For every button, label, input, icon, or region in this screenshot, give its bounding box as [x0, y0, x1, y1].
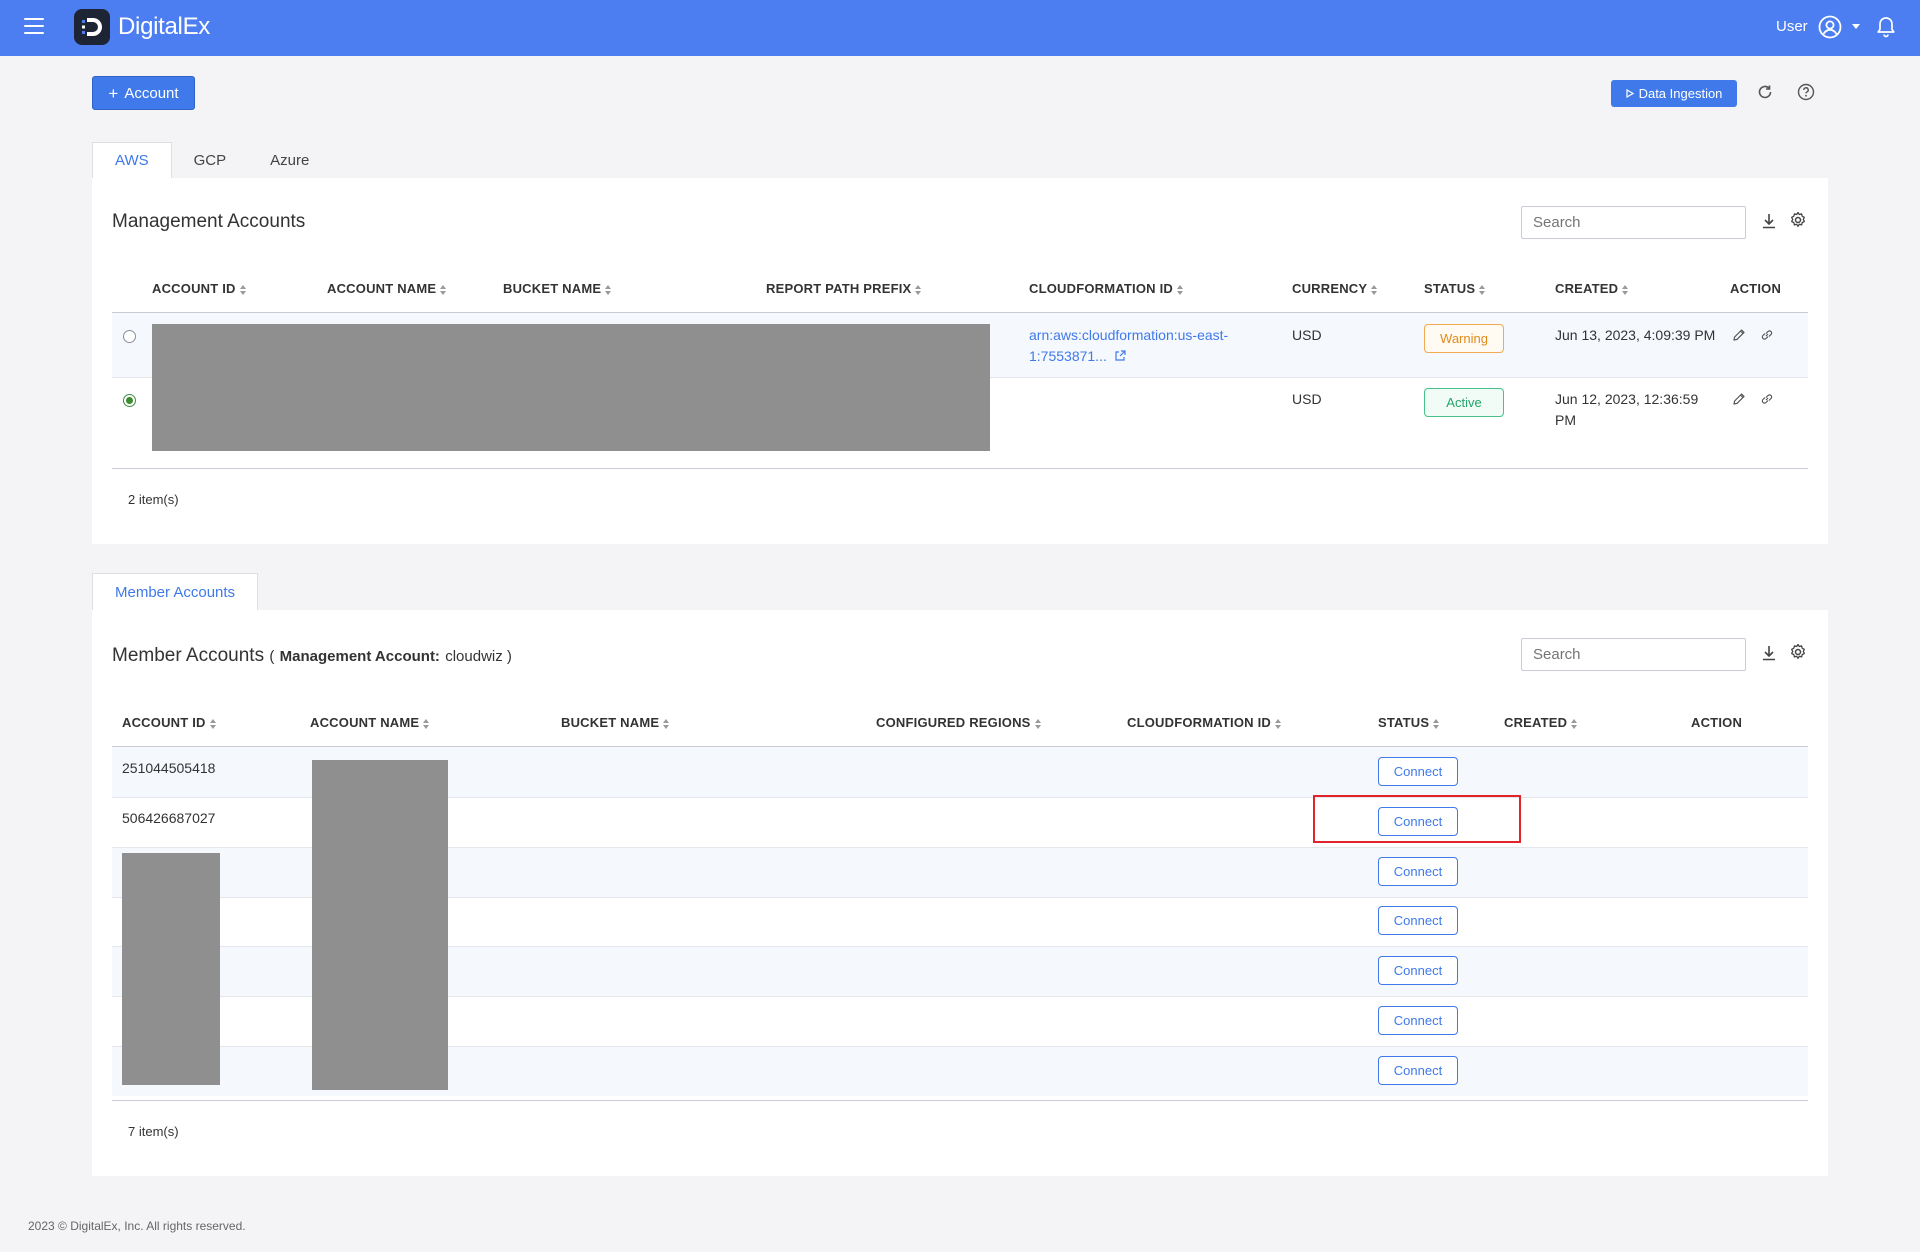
redacted-block — [152, 324, 990, 451]
col-header-status[interactable]: STATUS — [1424, 281, 1486, 296]
add-account-button[interactable]: + Account — [92, 76, 195, 110]
sort-icon[interactable] — [605, 284, 612, 295]
col-header-status[interactable]: STATUS — [1378, 715, 1440, 730]
row-select-radio[interactable] — [123, 394, 136, 407]
help-icon[interactable] — [1797, 83, 1815, 101]
col-header-account-id[interactable]: ACCOUNT ID — [152, 281, 246, 296]
management-account-value: cloudwiz ) — [445, 648, 512, 665]
footer-copyright: 2023 © DigitalEx, Inc. All rights reserv… — [28, 1219, 246, 1233]
user-menu-chevron-icon[interactable] — [1852, 24, 1860, 29]
col-header-report-path-prefix[interactable]: REPORT PATH PREFIX — [766, 281, 922, 296]
sort-icon[interactable] — [1479, 284, 1486, 295]
connect-button[interactable]: Connect — [1378, 757, 1458, 786]
currency-value: USD — [1292, 391, 1322, 407]
connect-button[interactable]: Connect — [1378, 906, 1458, 935]
user-avatar-icon[interactable] — [1818, 15, 1842, 39]
col-header-created[interactable]: CREATED — [1504, 715, 1578, 730]
col-header-account-name[interactable]: ACCOUNT NAME — [310, 715, 430, 730]
connect-button[interactable]: Connect — [1378, 857, 1458, 886]
cloud-provider-tabs: AWS GCP Azure — [92, 142, 331, 179]
cloudformation-id-link[interactable]: arn:aws:cloudformation:us-east- 1:755387… — [1029, 325, 1228, 367]
items-count: 7 item(s) — [128, 1124, 179, 1139]
account-id-value: 251044505418 — [122, 760, 216, 776]
connect-button[interactable]: Connect — [1378, 1056, 1458, 1085]
member-accounts-card: Member Accounts ( Management Account: cl… — [92, 610, 1828, 1176]
member-accounts-tabs: Member Accounts — [92, 573, 259, 611]
col-header-created[interactable]: CREATED — [1555, 281, 1629, 296]
sort-icon[interactable] — [1433, 718, 1440, 729]
tab-member-accounts[interactable]: Member Accounts — [92, 573, 259, 611]
digitalex-logo-icon — [74, 9, 110, 45]
col-header-account-name[interactable]: ACCOUNT NAME — [327, 281, 447, 296]
table-footer-divider — [112, 468, 1808, 469]
tab-gcp[interactable]: GCP — [172, 142, 249, 179]
member-search-input[interactable] — [1521, 638, 1746, 671]
highlight-annotation-box — [1313, 795, 1521, 843]
sort-icon[interactable] — [663, 718, 670, 729]
col-header-cloudformation-id[interactable]: CLOUDFORMATION ID — [1029, 281, 1183, 296]
col-header-bucket-name[interactable]: BUCKET NAME — [561, 715, 670, 730]
col-header-bucket-name[interactable]: BUCKET NAME — [503, 281, 612, 296]
refresh-icon[interactable] — [1756, 83, 1774, 101]
edit-pencil-icon[interactable] — [1732, 328, 1746, 342]
sort-icon[interactable] — [1622, 284, 1629, 295]
user-label[interactable]: User — [1776, 18, 1808, 35]
sort-icon[interactable] — [1371, 284, 1378, 295]
col-header-configured-regions[interactable]: CONFIGURED REGIONS — [876, 715, 1041, 730]
status-badge: Active — [1424, 388, 1504, 417]
link-icon[interactable] — [1760, 328, 1774, 342]
col-header-action: ACTION — [1730, 281, 1782, 296]
col-header-currency[interactable]: CURRENCY — [1292, 281, 1378, 296]
col-header-action: ACTION — [1691, 715, 1743, 730]
hamburger-menu-icon[interactable] — [24, 18, 44, 34]
items-count: 2 item(s) — [128, 492, 179, 507]
download-icon[interactable] — [1760, 212, 1778, 230]
connect-button[interactable]: Connect — [1378, 1006, 1458, 1035]
col-header-cloudformation-id[interactable]: CLOUDFORMATION ID — [1127, 715, 1281, 730]
play-icon — [1625, 89, 1634, 98]
plus-icon: + — [108, 83, 119, 103]
link-icon[interactable] — [1760, 392, 1774, 406]
sort-icon[interactable] — [209, 718, 216, 729]
management-accounts-card: Management Accounts ACCOUNT ID ACCOUNT N… — [92, 178, 1828, 544]
data-ingestion-button[interactable]: Data Ingestion — [1611, 80, 1737, 107]
tab-azure[interactable]: Azure — [248, 142, 331, 179]
account-id-value: 506426687027 — [122, 810, 216, 826]
data-ingestion-label: Data Ingestion — [1638, 86, 1723, 101]
management-account-label: Management Account: — [279, 648, 440, 665]
sort-icon[interactable] — [239, 284, 246, 295]
top-navbar: DigitalEx User — [0, 0, 1920, 56]
created-value: Jun 12, 2023, 12:36:59 PM — [1555, 391, 1699, 428]
member-accounts-title: Member Accounts ( Management Account: cl… — [112, 645, 512, 666]
currency-value: USD — [1292, 327, 1322, 343]
settings-gear-icon[interactable] — [1789, 643, 1807, 661]
notification-bell-icon[interactable] — [1876, 16, 1896, 38]
sort-icon[interactable] — [1176, 284, 1183, 295]
sort-icon[interactable] — [1034, 718, 1041, 729]
table-footer-divider — [112, 1100, 1808, 1101]
created-value: Jun 13, 2023, 4:09:39 PM — [1555, 327, 1716, 343]
redacted-block — [122, 853, 220, 1085]
row-select-radio[interactable] — [123, 330, 136, 343]
connect-button[interactable]: Connect — [1378, 956, 1458, 985]
redacted-block — [312, 760, 448, 1090]
settings-gear-icon[interactable] — [1789, 211, 1807, 229]
management-accounts-title: Management Accounts — [112, 211, 306, 232]
status-badge: Warning — [1424, 324, 1504, 353]
app-name: DigitalEx — [118, 13, 210, 40]
sort-icon[interactable] — [440, 284, 447, 295]
add-account-label: Account — [124, 84, 179, 102]
sort-icon[interactable] — [1571, 718, 1578, 729]
download-icon[interactable] — [1760, 644, 1778, 662]
sort-icon[interactable] — [423, 718, 430, 729]
edit-pencil-icon[interactable] — [1732, 392, 1746, 406]
tab-aws[interactable]: AWS — [92, 142, 172, 179]
col-header-account-id[interactable]: ACCOUNT ID — [122, 715, 216, 730]
sort-icon[interactable] — [1274, 718, 1281, 729]
external-link-icon[interactable] — [1114, 350, 1126, 362]
sort-icon[interactable] — [915, 284, 922, 295]
management-search-input[interactable] — [1521, 206, 1746, 239]
